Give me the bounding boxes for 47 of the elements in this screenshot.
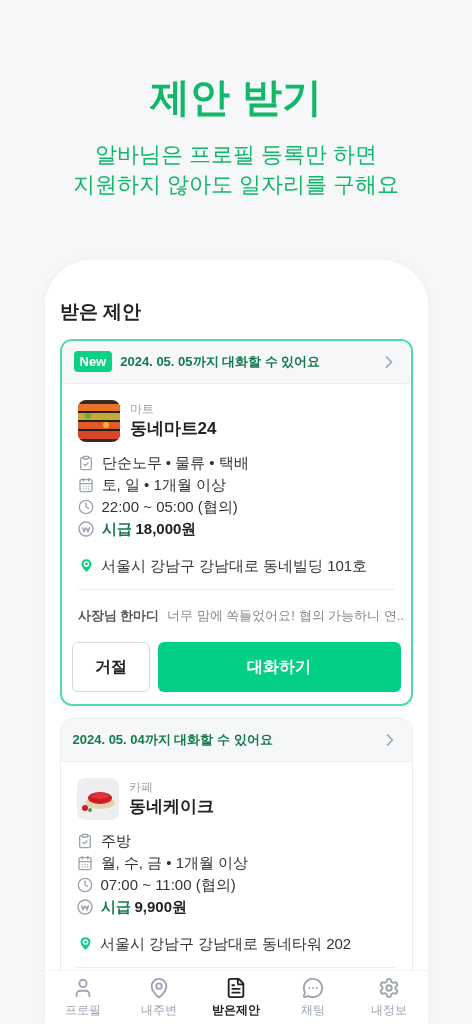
detail-text: 07:00 ~ 11:00 (협의) — [100, 874, 236, 895]
page-title: 제안 받기 — [150, 74, 322, 121]
new-badge: New — [73, 350, 113, 373]
pay-label: 시급 — [100, 896, 131, 917]
pay-amount: 18,000원 — [135, 518, 197, 539]
pay-amount: 9,900원 — [134, 896, 188, 917]
memo-text: 너무 맘에 쏙들었어요! 협의 가능하니 연.. — [167, 607, 405, 625]
memo-label: 사장님 한마디 — [77, 607, 160, 625]
nav-tab[interactable]: 내주변 — [121, 976, 198, 1019]
clock-icon — [76, 877, 93, 893]
deadline-text: 2024. 05. 05까지 대화할 수 있어요 — [120, 352, 321, 371]
detail-text: 단순노무 • 물류 • 택배 — [101, 452, 249, 473]
subtitle-line: 지원하지 않아도 일자리를 구해요 — [72, 171, 400, 199]
chat-button[interactable]: 대화하기 — [157, 641, 401, 692]
address-text: 서울시 강남구 강남대로 동네타워 202 — [99, 933, 352, 954]
category-text: 마트 — [129, 400, 155, 417]
detail-text: 월, 수, 금 • 1개월 이상 — [100, 852, 249, 873]
clipboard-check-icon — [76, 833, 93, 849]
detail-text: 토, 일 • 1개월 이상 — [101, 474, 226, 495]
nav-tab[interactable]: 프로필 — [44, 976, 122, 1019]
deadline-bar[interactable]: 2024. 05. 04까지 대화할 수 있어요 — [60, 718, 412, 762]
calendar-icon — [76, 855, 93, 871]
settings-icon — [378, 976, 401, 999]
detail-text: 22:00 ~ 05:00 (협의) — [101, 496, 238, 517]
clock-icon — [77, 499, 94, 515]
nav-tab[interactable]: 내정보 — [350, 976, 428, 1019]
nav-tab[interactable]: 받은제안 — [197, 976, 275, 1019]
deadline-bar[interactable]: New 2024. 05. 05까지 대화할 수 있어요 — [61, 340, 411, 384]
nav-tab[interactable]: 채팅 — [274, 976, 351, 1019]
store-name: 동네케이크 — [128, 795, 214, 818]
decline-button[interactable]: 거절 — [71, 641, 150, 692]
address-text: 서울시 강남구 강남대로 동네빌딩 101호 — [100, 555, 368, 576]
won-coin-icon — [77, 521, 94, 537]
document-icon — [225, 976, 247, 999]
store-name: 동네마트24 — [129, 417, 217, 440]
won-coin-icon — [76, 899, 93, 915]
location-pin-icon — [77, 557, 95, 575]
deadline-text: 2024. 05. 04까지 대화할 수 있어요 — [72, 730, 273, 749]
calendar-icon — [77, 477, 94, 493]
category-text: 카페 — [128, 778, 154, 795]
section-title: 받은 제안 — [59, 300, 142, 324]
subtitle-line: 알바님은 프로필 등록만 하면 — [94, 141, 378, 169]
location-pin-icon — [76, 935, 94, 953]
pay-label: 시급 — [101, 518, 132, 539]
detail-text: 주방 — [100, 830, 131, 851]
clipboard-check-icon — [77, 455, 94, 471]
chat-bubble-icon — [301, 976, 324, 999]
